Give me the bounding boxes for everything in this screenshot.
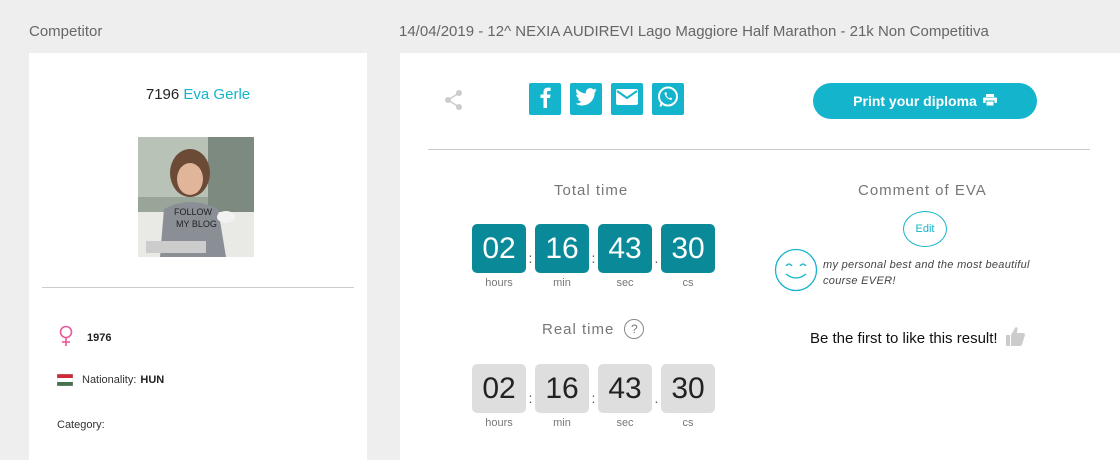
nationality-value: HUN bbox=[140, 374, 165, 386]
total-minutes: 16 bbox=[535, 224, 589, 273]
category-label: Category: bbox=[57, 419, 105, 431]
unit-min: min bbox=[553, 417, 571, 429]
total-time-label: Total time bbox=[554, 182, 629, 199]
real-minutes: 16 bbox=[535, 364, 589, 413]
comment-title: Comment of EVA bbox=[858, 182, 987, 199]
help-icon-glyph: ? bbox=[631, 322, 638, 336]
total-hours: 02 bbox=[472, 224, 526, 273]
nationality-row: Nationality: HUN bbox=[56, 373, 165, 387]
separator: : bbox=[528, 250, 533, 266]
birth-year: 1976 bbox=[87, 331, 112, 344]
real-time-display: 02 hours : 16 min : 43 sec . 30 cs bbox=[472, 364, 715, 429]
facebook-share-button[interactable] bbox=[529, 83, 561, 115]
header-competitor: Competitor bbox=[29, 23, 103, 40]
help-icon[interactable]: ? bbox=[624, 319, 645, 339]
edit-comment-button[interactable]: Edit bbox=[903, 211, 947, 247]
separator: . bbox=[654, 390, 659, 406]
print-diploma-label: Print your diploma bbox=[853, 93, 977, 109]
result-card: Print your diploma Total time 02 hours : … bbox=[400, 53, 1120, 460]
svg-text:MY BLOG: MY BLOG bbox=[176, 219, 217, 229]
smiley-icon bbox=[774, 248, 818, 297]
real-time-header: Real time ? bbox=[542, 319, 645, 339]
separator: : bbox=[528, 390, 533, 406]
divider bbox=[42, 287, 354, 288]
unit-sec: sec bbox=[616, 277, 634, 289]
unit-hours: hours bbox=[485, 277, 513, 289]
whatsapp-icon bbox=[656, 85, 680, 114]
like-text: Be the first to like this result! bbox=[810, 329, 998, 347]
printer-icon bbox=[982, 93, 997, 109]
total-seconds: 43 bbox=[598, 224, 652, 273]
total-centiseconds: 30 bbox=[661, 224, 715, 273]
bib-number: 7196 bbox=[145, 86, 180, 103]
birth-year-row: 1976 bbox=[57, 325, 111, 350]
runner-header: 7196 Eva Gerle bbox=[29, 86, 367, 103]
separator: : bbox=[591, 250, 596, 266]
runner-name[interactable]: Eva Gerle bbox=[183, 86, 250, 103]
race-title: 14/04/2019 - 12^ NEXIA AUDIREVI Lago Mag… bbox=[399, 23, 989, 40]
hungary-flag-icon bbox=[56, 373, 74, 387]
thumbs-up-icon[interactable] bbox=[1004, 325, 1026, 351]
total-time-display: 02 hours : 16 min : 43 sec . 30 cs bbox=[472, 224, 715, 289]
unit-sec: sec bbox=[616, 417, 634, 429]
print-diploma-button[interactable]: Print your diploma bbox=[813, 83, 1037, 119]
facebook-icon bbox=[535, 86, 555, 113]
female-icon bbox=[57, 325, 87, 350]
whatsapp-share-button[interactable] bbox=[652, 83, 684, 115]
unit-cs: cs bbox=[682, 417, 694, 429]
email-share-button[interactable] bbox=[611, 83, 643, 115]
svg-text:FOLLOW: FOLLOW bbox=[174, 207, 213, 217]
twitter-icon bbox=[575, 87, 597, 111]
share-icon[interactable] bbox=[443, 89, 465, 116]
divider bbox=[428, 149, 1090, 150]
twitter-share-button[interactable] bbox=[570, 83, 602, 115]
real-centiseconds: 30 bbox=[661, 364, 715, 413]
real-hours: 02 bbox=[472, 364, 526, 413]
real-time-label: Real time bbox=[542, 320, 615, 338]
separator: . bbox=[654, 250, 659, 266]
unit-hours: hours bbox=[485, 417, 513, 429]
competitor-card: 7196 Eva Gerle FOLLOW MY BLOG 1976 Natio… bbox=[29, 53, 367, 460]
real-seconds: 43 bbox=[598, 364, 652, 413]
nationality-label: Nationality: bbox=[82, 374, 137, 386]
envelope-icon bbox=[616, 88, 638, 110]
separator: : bbox=[591, 390, 596, 406]
comment-text: my personal best and the most beautiful … bbox=[823, 259, 1030, 287]
unit-min: min bbox=[553, 277, 571, 289]
runner-photo: FOLLOW MY BLOG bbox=[138, 137, 254, 257]
category-row: Category: bbox=[57, 419, 105, 431]
like-result[interactable]: Be the first to like this result! bbox=[810, 325, 1026, 351]
edit-label: Edit bbox=[915, 223, 935, 235]
unit-cs: cs bbox=[682, 277, 694, 289]
